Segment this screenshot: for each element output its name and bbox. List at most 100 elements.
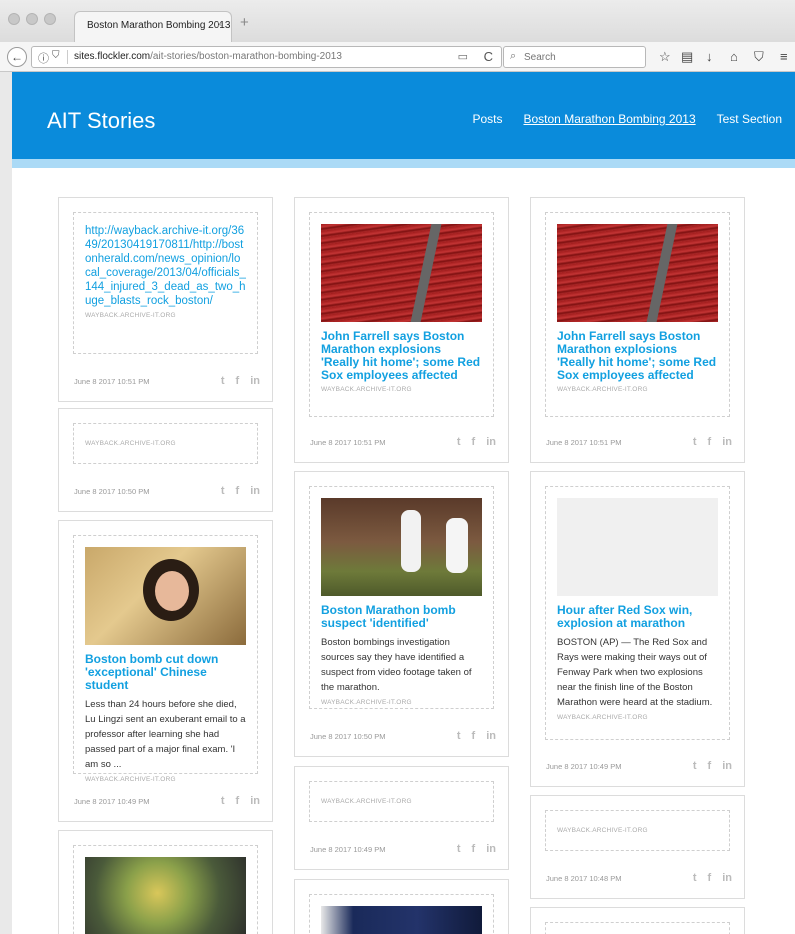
linkedin-icon[interactable]: in xyxy=(250,485,260,497)
twitter-icon[interactable]: t xyxy=(221,795,225,807)
story-image-placeholder[interactable] xyxy=(557,498,718,596)
share-buttons: t f in xyxy=(221,795,260,807)
site-nav: Posts Boston Marathon Bombing 2013 Test … xyxy=(472,112,782,126)
linkedin-icon[interactable]: in xyxy=(722,436,732,448)
url-bar[interactable]: ⓘ ⛉ sites.flockler.com/ait-stories/bosto… xyxy=(31,46,502,68)
story-card[interactable]: WAYBACK.ARCHIVE-IT.ORG June 8 2017 10:48… xyxy=(530,795,745,899)
twitter-icon[interactable]: t xyxy=(693,760,697,772)
card-title[interactable]: Boston Marathon bomb suspect 'identified… xyxy=(321,604,482,630)
card-source: WAYBACK.ARCHIVE-IT.ORG xyxy=(557,714,648,721)
home-icon[interactable]: ⌂ xyxy=(730,49,738,65)
linkedin-icon[interactable]: in xyxy=(722,760,732,772)
window-close-dot[interactable] xyxy=(8,13,20,25)
story-card[interactable]: John Farrell says Boston Marathon explos… xyxy=(530,197,745,463)
card-meta: June 8 2017 10:49 PM t f in xyxy=(310,843,496,857)
story-card[interactable]: http://wayback.archive-it.org/3649/20130… xyxy=(58,197,273,402)
story-image[interactable] xyxy=(321,224,482,322)
facebook-icon[interactable]: f xyxy=(472,730,476,742)
story-card[interactable]: WAYBACK.ARCHIVE-IT.ORG June 8 2017 10:49… xyxy=(294,766,509,870)
url-path: /ait-stories/boston-marathon-bombing-201… xyxy=(150,51,342,62)
card-content: WAYBACK.ARCHIVE-IT.ORG xyxy=(545,810,730,851)
twitter-icon[interactable]: t xyxy=(693,436,697,448)
reader-view-icon[interactable]: ▭ xyxy=(458,50,468,63)
nav-link-boston-marathon[interactable]: Boston Marathon Bombing 2013 xyxy=(524,112,696,126)
window-minimize-dot[interactable] xyxy=(26,13,38,25)
story-image[interactable] xyxy=(85,547,246,645)
menu-icon[interactable]: ≡ xyxy=(780,49,788,65)
story-card[interactable] xyxy=(58,830,273,934)
search-input[interactable] xyxy=(524,50,634,65)
card-title[interactable]: John Farrell says Boston Marathon explos… xyxy=(321,330,482,382)
twitter-icon[interactable]: t xyxy=(693,872,697,884)
facebook-icon[interactable]: f xyxy=(472,436,476,448)
twitter-icon[interactable]: t xyxy=(457,843,461,855)
card-link[interactable]: http://wayback.archive-it.org/3649/20130… xyxy=(85,224,246,308)
linkedin-icon[interactable]: in xyxy=(486,730,496,742)
story-card[interactable]: Hour after Red Sox win, explosion at mar… xyxy=(530,471,745,787)
facebook-icon[interactable]: f xyxy=(236,795,240,807)
browser-tab[interactable]: Boston Marathon Bombing 2013 × xyxy=(74,11,232,42)
site-title[interactable]: AIT Stories xyxy=(47,108,155,134)
nav-link-posts[interactable]: Posts xyxy=(472,112,502,126)
twitter-icon[interactable]: t xyxy=(457,730,461,742)
tab-strip: Boston Marathon Bombing 2013 × + xyxy=(0,0,795,42)
card-title[interactable]: Boston bomb cut down 'exceptional' Chine… xyxy=(85,653,246,692)
twitter-icon[interactable]: t xyxy=(221,375,225,387)
search-bar[interactable]: ⌕ xyxy=(503,46,646,68)
facebook-icon[interactable]: f xyxy=(236,485,240,497)
download-icon[interactable]: ↓ xyxy=(706,49,713,65)
card-date: June 8 2017 10:49 PM xyxy=(310,845,386,854)
card-title[interactable]: John Farrell says Boston Marathon explos… xyxy=(557,330,718,382)
facebook-icon[interactable]: f xyxy=(708,760,712,772)
story-card[interactable] xyxy=(530,907,745,934)
shield-icon[interactable]: ⛉ xyxy=(52,50,60,61)
card-description: Less than 24 hours before she died, Lu L… xyxy=(85,699,246,770)
url-text[interactable]: sites.flockler.com/ait-stories/boston-ma… xyxy=(74,51,342,62)
bookmarks-list-icon[interactable]: ▤ xyxy=(681,49,693,65)
card-meta: June 8 2017 10:51 PM t f in xyxy=(546,436,732,450)
story-card[interactable]: John Farrell says Boston Marathon explos… xyxy=(294,197,509,463)
story-image[interactable] xyxy=(321,906,482,934)
card-title[interactable]: Hour after Red Sox win, explosion at mar… xyxy=(557,604,718,630)
card-source: WAYBACK.ARCHIVE-IT.ORG xyxy=(557,386,648,393)
linkedin-icon[interactable]: in xyxy=(250,375,260,387)
story-image[interactable] xyxy=(557,224,718,322)
linkedin-icon[interactable]: in xyxy=(722,872,732,884)
card-meta: June 8 2017 10:50 PM t f in xyxy=(310,730,496,744)
bookmark-star-icon[interactable]: ☆ xyxy=(659,49,671,65)
story-image[interactable] xyxy=(321,498,482,596)
back-button[interactable]: ← xyxy=(7,47,27,67)
linkedin-icon[interactable]: in xyxy=(486,436,496,448)
story-card[interactable]: Boston bomb cut down 'exceptional' Chine… xyxy=(58,520,273,822)
card-description: BOSTON (AP) — The Red Sox and Rays were … xyxy=(557,637,713,708)
card-content: Boston bomb cut down 'exceptional' Chine… xyxy=(73,535,258,783)
linkedin-icon[interactable]: in xyxy=(486,843,496,855)
story-image[interactable] xyxy=(85,857,246,934)
card-content: Hour after Red Sox win, explosion at mar… xyxy=(545,486,730,740)
card-content xyxy=(545,922,730,934)
site-header: AIT Stories Posts Boston Marathon Bombin… xyxy=(12,72,795,168)
tab-close-icon[interactable]: × xyxy=(217,19,223,31)
story-card[interactable]: WAYBACK.ARCHIVE-IT.ORG June 8 2017 10:50… xyxy=(58,408,273,512)
card-date: June 8 2017 10:49 PM xyxy=(546,762,622,771)
card-content xyxy=(73,845,258,934)
twitter-icon[interactable]: t xyxy=(221,485,225,497)
facebook-icon[interactable]: f xyxy=(708,436,712,448)
story-card[interactable] xyxy=(294,879,509,934)
card-source: WAYBACK.ARCHIVE-IT.ORG xyxy=(321,699,412,706)
facebook-icon[interactable]: f xyxy=(708,872,712,884)
facebook-icon[interactable]: f xyxy=(236,375,240,387)
twitter-icon[interactable]: t xyxy=(457,436,461,448)
info-icon[interactable]: ⓘ xyxy=(38,50,49,66)
new-tab-icon[interactable]: + xyxy=(240,14,249,31)
nav-link-test-section[interactable]: Test Section xyxy=(717,112,782,126)
facebook-icon[interactable]: f xyxy=(472,843,476,855)
story-card[interactable]: Boston Marathon bomb suspect 'identified… xyxy=(294,471,509,757)
card-source: WAYBACK.ARCHIVE-IT.ORG xyxy=(321,386,412,393)
reload-icon[interactable]: C xyxy=(484,49,493,64)
card-content: WAYBACK.ARCHIVE-IT.ORG xyxy=(309,781,494,822)
card-content: WAYBACK.ARCHIVE-IT.ORG xyxy=(73,423,258,464)
window-zoom-dot[interactable] xyxy=(44,13,56,25)
pocket-icon[interactable]: ⛉ xyxy=(754,49,764,65)
linkedin-icon[interactable]: in xyxy=(250,795,260,807)
